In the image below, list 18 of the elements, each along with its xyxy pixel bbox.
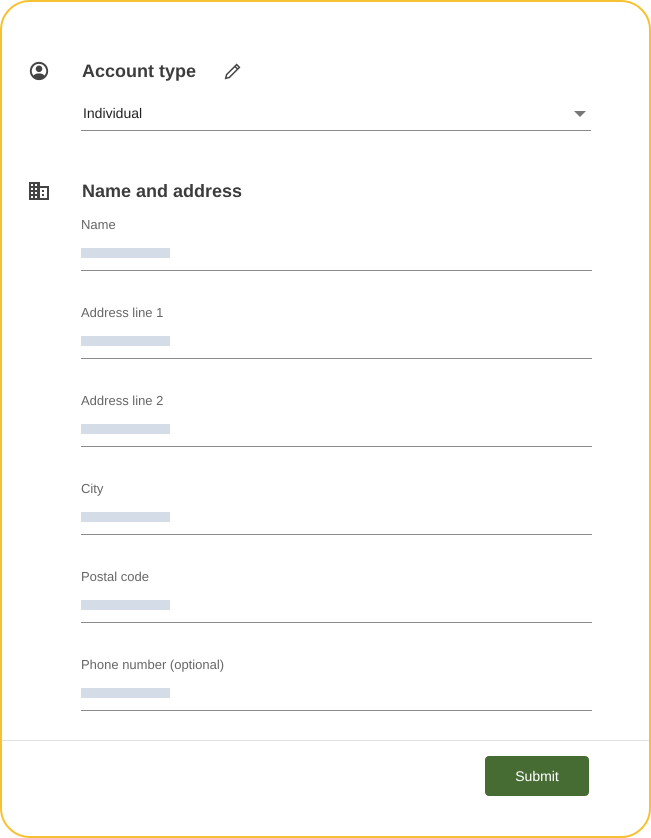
section-heading: Account type	[82, 60, 196, 83]
field-label: Address line 2	[81, 392, 164, 410]
text-field[interactable]: Address line 1	[81, 295, 592, 359]
text-field[interactable]: Phone number (optional)	[81, 647, 592, 711]
text-field[interactable]: Postal code	[81, 559, 592, 623]
field-label: Postal code	[81, 568, 150, 586]
field-label: City	[81, 480, 104, 498]
section-heading: Name and address	[82, 180, 242, 202]
text-field[interactable]: Address line 2	[81, 383, 592, 447]
field-label: Address line 1	[81, 304, 164, 322]
text-field[interactable]: Name	[81, 207, 592, 271]
submit-button[interactable]: Submit	[485, 756, 589, 796]
account-type-dropdown[interactable]: Individual	[81, 97, 591, 131]
building-icon	[28, 181, 50, 201]
field-label: Phone number (optional)	[81, 656, 226, 674]
dropdown-caret-icon	[574, 110, 586, 116]
field-label: Name	[81, 216, 117, 234]
text-field[interactable]: City	[81, 471, 592, 535]
